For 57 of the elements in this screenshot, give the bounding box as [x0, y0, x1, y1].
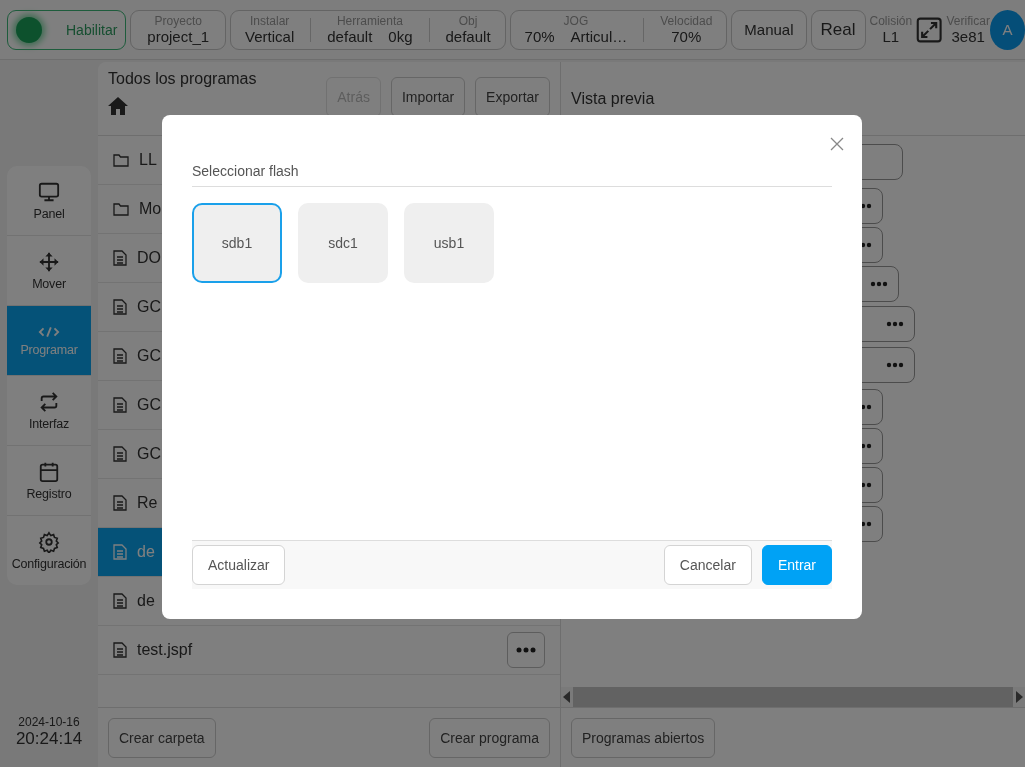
- swap-arrows-icon: [38, 390, 60, 413]
- footer-button[interactable]: Crear carpeta: [108, 717, 216, 758]
- mode-button[interactable]: Manual: [731, 9, 807, 50]
- document-icon: [113, 593, 127, 609]
- chip-value: 70%: [671, 28, 702, 45]
- avatar[interactable]: A: [989, 9, 1025, 50]
- scrollbar[interactable]: [561, 687, 1025, 707]
- chip-value: default: [445, 28, 491, 45]
- chip-value: default: [327, 28, 373, 45]
- nav-item[interactable]: Panel: [7, 166, 91, 236]
- document-icon: [113, 446, 127, 462]
- chip-value: 70%: [524, 28, 555, 45]
- dialog-title: Seleccionar flash: [192, 163, 832, 187]
- nav-item[interactable]: Registro: [7, 446, 91, 516]
- date-text: 2024-10-16: [18, 715, 80, 729]
- chip-value: Articul…: [570, 28, 628, 45]
- document-icon: [113, 250, 127, 266]
- document-icon: [113, 642, 127, 658]
- mode-button[interactable]: Real: [810, 9, 866, 50]
- settings-icon: [38, 530, 60, 553]
- panel-title: Todos los programas: [108, 70, 257, 88]
- code-icon: [38, 324, 60, 339]
- device-tile[interactable]: usb1: [404, 203, 494, 283]
- folder-icon: [113, 153, 129, 167]
- time-text: 20:24:14: [15, 729, 83, 749]
- monitor-icon: [38, 180, 60, 203]
- move-arrows-icon: [38, 250, 60, 273]
- verify-value: 3e81: [951, 28, 985, 45]
- confirm-button[interactable]: Entrar: [761, 545, 832, 585]
- more-icon: [516, 647, 536, 653]
- refresh-button[interactable]: Actualizar: [192, 545, 286, 585]
- document-icon: [113, 348, 127, 364]
- document-icon: [113, 299, 127, 315]
- panel-title: Vista previa: [571, 89, 655, 108]
- folder-icon: [113, 202, 129, 216]
- device-tile[interactable]: sdc1: [298, 203, 388, 283]
- calendar-icon: [38, 460, 60, 483]
- chip-value: 0kg: [388, 28, 413, 45]
- close-icon[interactable]: [830, 137, 844, 151]
- chip-value: Vertical: [245, 28, 295, 45]
- collision-value: L1: [882, 28, 900, 45]
- nav-item[interactable]: Interfaz: [7, 376, 91, 446]
- document-icon: [113, 544, 127, 560]
- file-row[interactable]: test.jspf: [98, 626, 560, 675]
- document-icon: [113, 495, 127, 511]
- home-icon[interactable]: [108, 97, 128, 115]
- header-button[interactable]: Importar: [390, 77, 466, 117]
- nav-item[interactable]: Configuración: [7, 516, 91, 585]
- cancel-button[interactable]: Cancelar: [663, 545, 752, 585]
- device-tile[interactable]: sdb1: [192, 203, 282, 283]
- enable-button[interactable]: Habilitar: [7, 9, 127, 50]
- footer-button[interactable]: Crear programa: [429, 717, 550, 758]
- header-button[interactable]: Exportar: [475, 77, 550, 117]
- document-icon: [113, 397, 127, 413]
- chip-value: project_1: [147, 28, 210, 45]
- more-button[interactable]: [507, 632, 545, 668]
- footer-button[interactable]: Programas abiertos: [571, 717, 716, 758]
